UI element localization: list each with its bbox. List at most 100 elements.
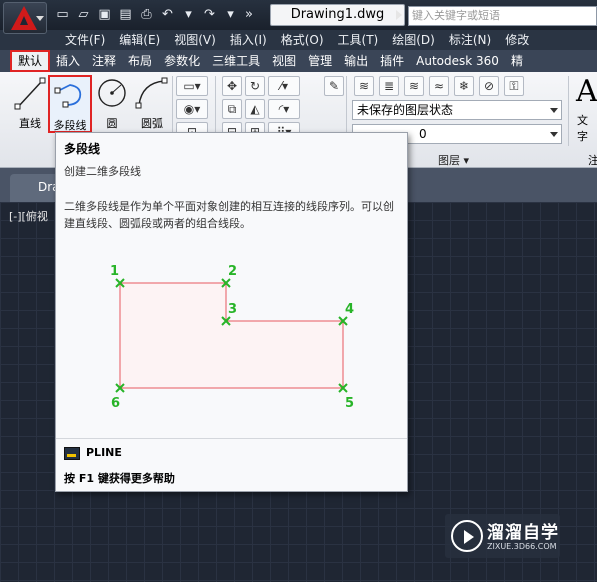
- trim-icon[interactable]: ⁄▾: [268, 76, 300, 96]
- tooltip-description: 二维多段线是作为单个平面对象创建的相互连接的线段序列。可以创建直线段、圆弧段或两…: [64, 200, 394, 230]
- quick-access-toolbar: ▭ ▱ ▣ ▤ ⎙ ↶ ▾ ↷ ▾ »: [53, 6, 256, 24]
- tab-manage[interactable]: 管理: [302, 50, 338, 72]
- layer-lock-icon[interactable]: ⚿: [504, 76, 524, 96]
- menu-edit[interactable]: 编辑(E): [112, 30, 167, 50]
- document-title: Drawing1.dwg: [270, 4, 405, 26]
- fillet-icon[interactable]: ◜▾: [268, 99, 300, 119]
- tool-circle[interactable]: 圆: [90, 75, 134, 133]
- watermark-name: 溜溜自学: [487, 523, 559, 543]
- mirror-icon[interactable]: ◭: [245, 99, 265, 119]
- expand-toolbar-icon[interactable]: »: [242, 6, 256, 24]
- redo-dropdown-icon[interactable]: ▾: [221, 6, 240, 24]
- tool-arc[interactable]: 圆弧: [130, 75, 174, 133]
- application-menu-button[interactable]: [3, 2, 47, 34]
- tooltip-help-hint: 按 F1 键获得更多帮助: [64, 472, 175, 485]
- tooltip-command: PLINE: [86, 446, 122, 459]
- chevron-down-icon: [550, 132, 558, 137]
- vertex-label: 6: [111, 396, 120, 411]
- watermark-url: ZIXUE.3D66.COM: [487, 542, 557, 551]
- tab-output[interactable]: 输出: [338, 50, 374, 72]
- match-properties-icon[interactable]: ✎: [324, 76, 344, 96]
- menu-dimension[interactable]: 标注(N): [442, 30, 498, 50]
- ribbon-tabs: 默认 插入 注释 布局 参数化 三维工具 视图 管理 输出 插件 Autodes…: [0, 50, 597, 72]
- play-logo-icon: [451, 520, 483, 552]
- layer-state-value: 未保存的图层状态: [357, 103, 454, 117]
- layer-unisolate-icon[interactable]: ≈: [429, 76, 449, 96]
- tab-insert[interactable]: 插入: [50, 50, 86, 72]
- panel-label-annotation[interactable]: 注: [588, 152, 597, 168]
- save-icon[interactable]: ▣: [95, 6, 114, 24]
- undo-icon[interactable]: ↶: [158, 6, 177, 24]
- layer-state-dropdown[interactable]: 未保存的图层状态: [352, 100, 562, 120]
- tab-autodesk-360[interactable]: Autodesk 360: [410, 50, 505, 72]
- command-line-icon: [64, 447, 80, 460]
- text-tool-label: 文字: [577, 114, 588, 143]
- vertex-label: 4: [345, 302, 354, 317]
- chevron-down-icon: [550, 108, 558, 113]
- tab-layout[interactable]: 布局: [122, 50, 158, 72]
- redo-icon[interactable]: ↷: [200, 6, 219, 24]
- tab-plugins[interactable]: 插件: [374, 50, 410, 72]
- divider: [56, 438, 407, 439]
- layer-off-icon[interactable]: ⊘: [479, 76, 499, 96]
- tool-arc-label: 圆弧: [141, 117, 163, 130]
- vertex-label: 1: [110, 264, 119, 279]
- tool-polyline[interactable]: 多段线: [48, 75, 92, 133]
- panel-label-layers[interactable]: 图层: [438, 152, 469, 168]
- layer-state-icon[interactable]: ≣: [379, 76, 399, 96]
- layer-properties-icon[interactable]: ≋: [354, 76, 374, 96]
- chevron-down-icon: [36, 16, 44, 21]
- arc-icon: [135, 77, 168, 109]
- menu-tools[interactable]: 工具(T): [331, 30, 386, 50]
- hatch-tool-icon[interactable]: ◉▾: [176, 99, 208, 119]
- circle-icon: [98, 79, 126, 107]
- rotate-icon[interactable]: ↻: [245, 76, 265, 96]
- title-bar: ▭ ▱ ▣ ▤ ⎙ ↶ ▾ ↷ ▾ » Drawing1.dwg 键入关键字或短…: [0, 0, 597, 34]
- tab-annotate[interactable]: 注释: [86, 50, 122, 72]
- open-file-icon[interactable]: ▱: [74, 6, 93, 24]
- menu-draw[interactable]: 绘图(D): [385, 30, 442, 50]
- menu-view[interactable]: 视图(V): [167, 30, 223, 50]
- move-icon[interactable]: ✥: [222, 76, 242, 96]
- undo-dropdown-icon[interactable]: ▾: [179, 6, 198, 24]
- copy-icon[interactable]: ⧉: [222, 99, 242, 119]
- layer-freeze-icon[interactable]: ❄: [454, 76, 474, 96]
- tab-view[interactable]: 视图: [266, 50, 302, 72]
- search-input[interactable]: 键入关键字或短语: [408, 6, 597, 26]
- line-icon: [14, 77, 46, 110]
- vertex-label: 3: [228, 302, 237, 317]
- edit-tool: ✎: [324, 76, 344, 96]
- tool-polyline-label: 多段线: [53, 119, 87, 132]
- polyline-tooltip: 多段线 创建二维多段线 二维多段线是作为单个平面对象创建的相互连接的线段序列。可…: [55, 132, 408, 492]
- menu-file[interactable]: 文件(F): [58, 30, 112, 50]
- new-file-icon[interactable]: ▭: [53, 6, 72, 24]
- menu-format[interactable]: 格式(O): [274, 30, 331, 50]
- autocad-logo-icon: [11, 6, 37, 30]
- layer-isolate-icon[interactable]: ≋: [404, 76, 424, 96]
- search-expand-icon[interactable]: [396, 10, 402, 20]
- menu-insert[interactable]: 插入(I): [223, 30, 274, 50]
- polyline-example-diagram: 1 2 3 4 5 6: [110, 264, 354, 411]
- divider: [568, 76, 569, 146]
- vertex-label: 5: [345, 396, 354, 411]
- polyline-shape: [119, 282, 344, 389]
- menu-modify[interactable]: 修改: [498, 30, 536, 50]
- tool-line[interactable]: 直线: [8, 75, 52, 133]
- tooltip-title: 多段线: [64, 142, 101, 156]
- tab-3d-tools[interactable]: 三维工具: [206, 50, 266, 72]
- tab-featured[interactable]: 精: [505, 50, 529, 72]
- polyline-icon: [54, 84, 82, 108]
- print-icon[interactable]: ⎙: [137, 6, 156, 24]
- watermark: 溜溜自学 ZIXUE.3D66.COM: [445, 514, 560, 558]
- vertex-label: 2: [228, 264, 237, 279]
- viewport-controls-label[interactable]: [-][俯视: [9, 208, 48, 224]
- tool-circle-label: 圆: [106, 117, 118, 130]
- tool-line-label: 直线: [19, 117, 41, 130]
- menu-bar: 文件(F) 编辑(E) 视图(V) 插入(I) 格式(O) 工具(T) 绘图(D…: [0, 30, 597, 50]
- rectangle-tool-icon[interactable]: ▭▾: [176, 76, 208, 96]
- tab-parametric[interactable]: 参数化: [158, 50, 206, 72]
- tab-home[interactable]: 默认: [10, 50, 51, 72]
- current-layer-value: 0: [419, 127, 427, 141]
- text-tool-icon[interactable]: A: [576, 74, 597, 109]
- save-as-icon[interactable]: ▤: [116, 6, 135, 24]
